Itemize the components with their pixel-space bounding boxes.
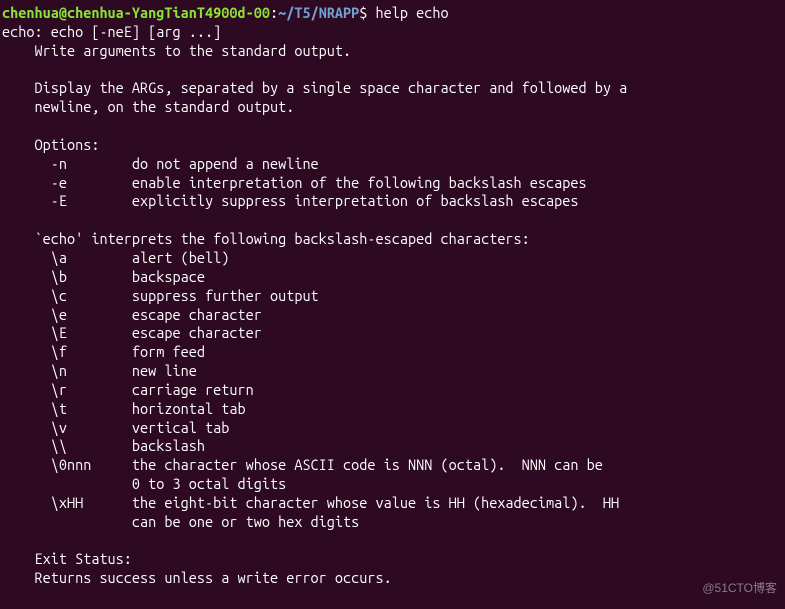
- escape-t: \t horizontal tab: [2, 400, 246, 417]
- watermark-text: @51CTO博客: [702, 581, 777, 597]
- exit-status-header: Exit Status:: [2, 550, 132, 567]
- escape-a: \a alert (bell): [2, 249, 229, 266]
- prompt-dollar: $: [359, 4, 367, 21]
- escape-E: \E escape character: [2, 324, 262, 341]
- option-n: -n do not append a newline: [2, 155, 319, 172]
- help-desc-l2: newline, on the standard output.: [2, 98, 294, 115]
- escape-xHH-l2: can be one or two hex digits: [2, 513, 359, 530]
- escape-e: \e escape character: [2, 306, 262, 323]
- escape-backslash: \\ backslash: [2, 437, 205, 454]
- prompt-path: ~/T5/NRAPP: [278, 4, 359, 21]
- options-header: Options:: [2, 136, 99, 153]
- option-e: -e enable interpretation of the followin…: [2, 174, 587, 191]
- help-summary: Write arguments to the standard output.: [2, 42, 351, 59]
- escape-n: \n new line: [2, 362, 197, 379]
- interp-header: `echo' interprets the following backslas…: [2, 230, 530, 247]
- terminal-output[interactable]: chenhua@chenhua-YangTianT4900d-00:~/T5/N…: [2, 4, 783, 588]
- escape-xHH-l1: \xHH the eight-bit character whose value…: [2, 494, 619, 511]
- escape-0nnn-l1: \0nnn the character whose ASCII code is …: [2, 456, 603, 473]
- escape-f: \f form feed: [2, 343, 205, 360]
- option-E: -E explicitly suppress interpretation of…: [2, 192, 579, 209]
- prompt-colon: :: [270, 4, 278, 21]
- help-synopsis: echo: echo [-neE] [arg ...]: [2, 23, 221, 40]
- escape-c: \c suppress further output: [2, 287, 319, 304]
- escape-v: \v vertical tab: [2, 419, 229, 436]
- prompt-user-host: chenhua@chenhua-YangTianT4900d-00: [2, 4, 270, 21]
- exit-status-text: Returns success unless a write error occ…: [2, 569, 392, 586]
- command-text: help echo: [376, 4, 449, 21]
- escape-b: \b backspace: [2, 268, 205, 285]
- help-desc-l1: Display the ARGs, separated by a single …: [2, 79, 627, 96]
- escape-0nnn-l2: 0 to 3 octal digits: [2, 475, 286, 492]
- escape-r: \r carriage return: [2, 381, 254, 398]
